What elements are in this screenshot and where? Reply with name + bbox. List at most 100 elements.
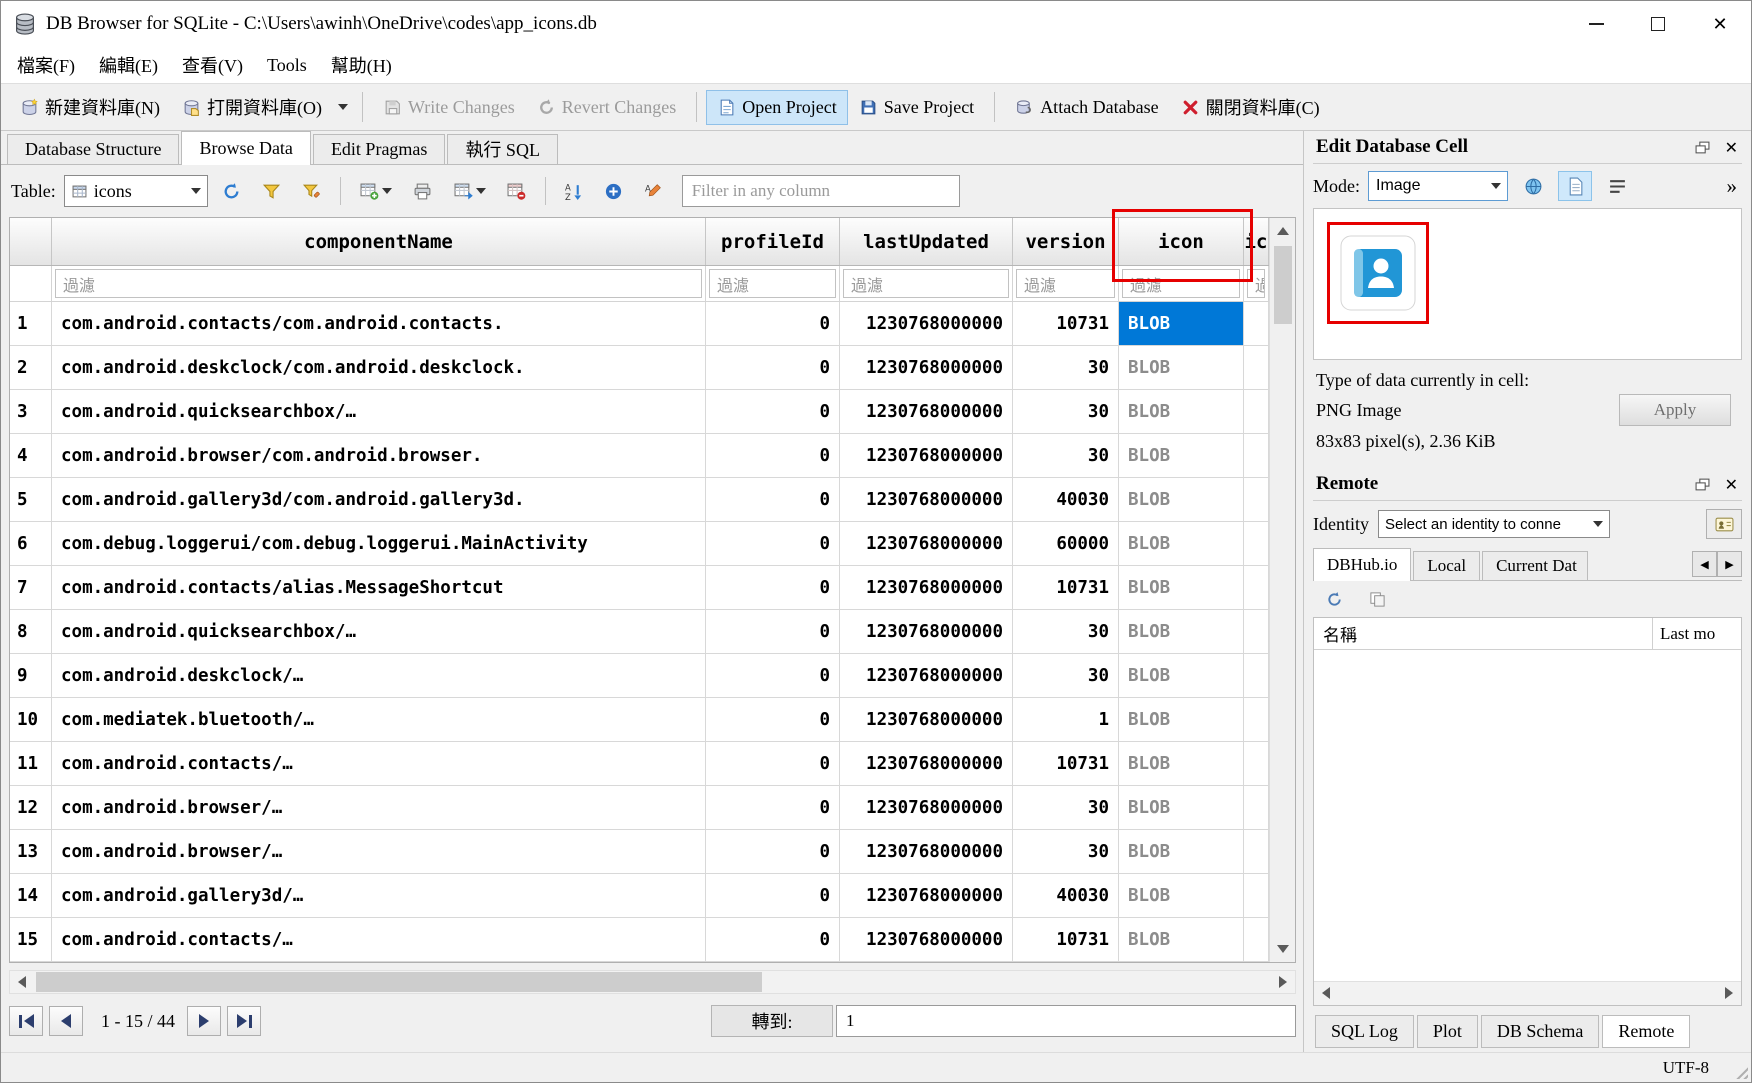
icon-blob-cell[interactable]: BLOB [1119, 434, 1244, 478]
extra-cell[interactable] [1244, 390, 1269, 434]
undock-icon[interactable] [1695, 141, 1710, 154]
open-project-button[interactable]: Open Project [706, 90, 847, 125]
version-cell[interactable]: 30 [1013, 654, 1119, 698]
table-row[interactable]: 15 com.android.contacts/… 0 123076800000… [10, 918, 1269, 962]
filter-cell-lastupdated[interactable]: 過濾 [840, 266, 1013, 301]
row-number-cell[interactable]: 9 [10, 654, 52, 698]
component-name-cell[interactable]: com.android.deskclock/… [52, 654, 706, 698]
resize-grip[interactable] [1733, 1064, 1748, 1079]
dock-tab-db-schema[interactable]: DB Schema [1481, 1015, 1599, 1048]
more-tools-chevron-icon[interactable]: » [1727, 174, 1743, 199]
extra-cell[interactable] [1244, 346, 1269, 390]
version-cell[interactable]: 30 [1013, 346, 1119, 390]
save-project-button[interactable]: Save Project [848, 90, 985, 125]
profile-id-cell[interactable]: 0 [706, 522, 840, 566]
row-number-cell[interactable]: 5 [10, 478, 52, 522]
version-cell[interactable]: 30 [1013, 830, 1119, 874]
remote-scroll-left-button[interactable] [1314, 982, 1338, 1004]
previous-page-button[interactable] [49, 1006, 83, 1036]
table-row[interactable]: 2 com.android.deskclock/com.android.desk… [10, 346, 1269, 390]
extra-cell[interactable] [1244, 522, 1269, 566]
extra-cell[interactable] [1244, 874, 1269, 918]
dock-tab-plot[interactable]: Plot [1417, 1015, 1478, 1048]
scroll-down-button[interactable] [1270, 936, 1296, 962]
row-number-cell[interactable]: 8 [10, 610, 52, 654]
component-name-cell[interactable]: com.android.deskclock/com.android.deskcl… [52, 346, 706, 390]
extra-cell[interactable] [1244, 566, 1269, 610]
scroll-left-button[interactable] [10, 971, 34, 993]
remote-scroll-right-button[interactable] [1717, 982, 1741, 1004]
icon-blob-cell[interactable]: BLOB [1119, 874, 1244, 918]
remote-list-header-modified[interactable]: Last mo [1653, 618, 1741, 649]
remote-list-scrollbar[interactable] [1314, 981, 1741, 1005]
column-header-lastupdated[interactable]: lastUpdated [840, 218, 1013, 265]
icon-blob-cell[interactable]: BLOB [1119, 346, 1244, 390]
extra-cell[interactable] [1244, 478, 1269, 522]
last-updated-cell[interactable]: 1230768000000 [840, 610, 1013, 654]
profile-id-cell[interactable]: 0 [706, 566, 840, 610]
profile-id-cell[interactable]: 0 [706, 742, 840, 786]
column-header-componentname[interactable]: componentName [52, 218, 706, 265]
version-cell[interactable]: 30 [1013, 786, 1119, 830]
row-number-cell[interactable]: 10 [10, 698, 52, 742]
icon-blob-cell[interactable]: BLOB [1119, 566, 1244, 610]
new-database-button[interactable]: 新建資料庫(N) [9, 87, 171, 127]
icon-blob-cell[interactable]: BLOB [1119, 302, 1244, 346]
extra-cell[interactable] [1244, 786, 1269, 830]
last-updated-cell[interactable]: 1230768000000 [840, 346, 1013, 390]
row-number-cell[interactable]: 12 [10, 786, 52, 830]
undock-icon[interactable] [1695, 478, 1710, 491]
last-updated-cell[interactable]: 1230768000000 [840, 698, 1013, 742]
extra-cell[interactable] [1244, 918, 1269, 962]
filter-cell-version[interactable]: 過濾 [1013, 266, 1119, 301]
table-row[interactable]: 13 com.android.browser/… 0 1230768000000… [10, 830, 1269, 874]
version-cell[interactable]: 60000 [1013, 522, 1119, 566]
delete-record-button[interactable] [501, 175, 533, 207]
scroll-up-button[interactable] [1270, 218, 1296, 244]
last-updated-cell[interactable]: 1230768000000 [840, 874, 1013, 918]
first-page-button[interactable] [9, 1006, 43, 1036]
component-name-cell[interactable]: com.android.browser/com.android.browser. [52, 434, 706, 478]
last-updated-cell[interactable]: 1230768000000 [840, 566, 1013, 610]
row-number-cell[interactable]: 6 [10, 522, 52, 566]
table-row[interactable]: 9 com.android.deskclock/… 0 123076800000… [10, 654, 1269, 698]
column-header-extra[interactable]: ic [1244, 218, 1269, 265]
goto-row-input[interactable] [836, 1005, 1296, 1037]
icon-blob-cell[interactable]: BLOB [1119, 610, 1244, 654]
last-updated-cell[interactable]: 1230768000000 [840, 302, 1013, 346]
version-cell[interactable]: 10731 [1013, 742, 1119, 786]
column-filter-input[interactable]: 過濾 [709, 269, 836, 298]
column-filter-input[interactable]: 過濾 [1122, 269, 1240, 298]
row-number-cell[interactable]: 15 [10, 918, 52, 962]
column-filter-input[interactable]: 過濾 [1247, 269, 1265, 298]
grid-vertical-scrollbar[interactable] [1269, 218, 1295, 962]
row-number-cell[interactable]: 4 [10, 434, 52, 478]
tab-edit-pragmas[interactable]: Edit Pragmas [313, 134, 446, 164]
scroll-right-button[interactable] [1271, 971, 1295, 993]
menu-help[interactable]: 幫助(H) [319, 52, 404, 78]
table-row[interactable]: 5 com.android.gallery3d/com.android.gall… [10, 478, 1269, 522]
profile-id-cell[interactable]: 0 [706, 346, 840, 390]
version-cell[interactable]: 1 [1013, 698, 1119, 742]
horizontal-scrollbar-thumb[interactable] [36, 972, 762, 992]
profile-id-cell[interactable]: 0 [706, 478, 840, 522]
profile-id-cell[interactable]: 0 [706, 830, 840, 874]
table-row[interactable]: 14 com.android.gallery3d/… 0 12307680000… [10, 874, 1269, 918]
version-cell[interactable]: 30 [1013, 610, 1119, 654]
last-updated-cell[interactable]: 1230768000000 [840, 786, 1013, 830]
identity-select[interactable]: Select an identity to conne [1378, 510, 1610, 538]
remote-tab-current-database[interactable]: Current Dat [1482, 551, 1588, 580]
tabs-scroll-left-button[interactable]: ◀ [1692, 551, 1717, 577]
table-row[interactable]: 8 com.android.quicksearchbox/… 0 1230768… [10, 610, 1269, 654]
component-name-cell[interactable]: com.android.quicksearchbox/… [52, 610, 706, 654]
version-cell[interactable]: 40030 [1013, 874, 1119, 918]
apply-button[interactable]: Apply [1619, 394, 1731, 426]
remote-refresh-button[interactable] [1318, 583, 1350, 615]
dock-tab-remote[interactable]: Remote [1602, 1015, 1690, 1048]
extra-cell[interactable] [1244, 302, 1269, 346]
open-database-dropdown[interactable] [333, 98, 353, 116]
last-updated-cell[interactable]: 1230768000000 [840, 434, 1013, 478]
last-page-button[interactable] [227, 1006, 261, 1036]
table-row[interactable]: 1 com.android.contacts/com.android.conta… [10, 302, 1269, 346]
row-number-cell[interactable]: 11 [10, 742, 52, 786]
